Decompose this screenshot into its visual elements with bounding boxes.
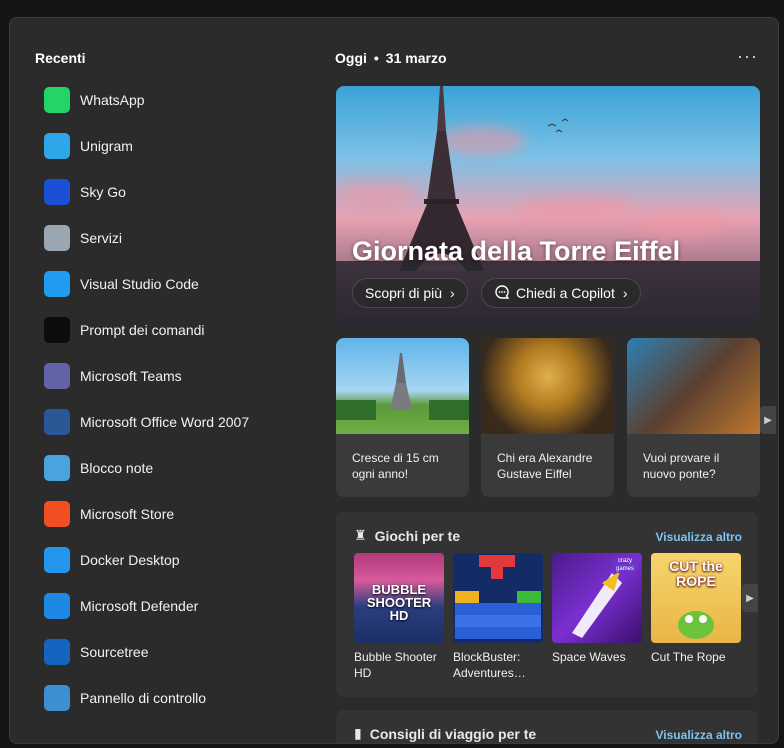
luggage-icon: ▮ <box>354 725 362 741</box>
story-text: Cresce di 15 cm ogni anno! <box>352 451 439 481</box>
triangle-right-icon: ▶ <box>746 592 754 604</box>
recent-app-item[interactable]: WhatsApp <box>36 82 316 118</box>
story-card[interactable]: Chi era Alexandre Gustave Eiffel <box>481 338 614 497</box>
game-image: crazy games <box>552 553 642 643</box>
game-tile[interactable]: BUBBLE SHOOTER HD Bubble Shooter HD <box>354 553 444 681</box>
recent-app-label: WhatsApp <box>80 92 145 108</box>
control-panel-icon <box>44 685 70 711</box>
game-image <box>453 553 543 643</box>
travel-see-more-link[interactable]: Visualizza altro <box>656 728 742 742</box>
ask-copilot-button[interactable]: Chiedi a Copilot › <box>481 278 641 308</box>
notepad-icon <box>44 455 70 481</box>
recent-app-label: Microsoft Teams <box>80 368 182 384</box>
recent-app-label: Sourcetree <box>80 644 149 660</box>
game-image: BUBBLE SHOOTER HD <box>354 553 444 643</box>
games-see-more-link[interactable]: Visualizza altro <box>656 530 742 544</box>
ask-copilot-label: Chiedi a Copilot <box>516 285 615 301</box>
chess-piece-icon: ♜ <box>354 527 367 543</box>
story-text: Chi era Alexandre Gustave Eiffel <box>497 451 593 481</box>
recent-app-item[interactable]: Servizi <box>36 220 316 256</box>
recent-app-item[interactable]: Prompt dei comandi <box>36 312 316 348</box>
recent-app-label: Unigram <box>80 138 133 154</box>
learn-more-button[interactable]: Scopri di più › <box>352 278 468 308</box>
game-image: CUT the ROPE <box>651 553 741 643</box>
whatsapp-icon <box>44 87 70 113</box>
travel-section: ▮ Consigli di viaggio per te Visualizza … <box>336 710 758 743</box>
sky-go-icon <box>44 179 70 205</box>
recent-app-item[interactable]: Microsoft Office Word 2007 <box>36 404 316 440</box>
recent-app-label: Prompt dei comandi <box>80 322 205 338</box>
defender-icon <box>44 593 70 619</box>
crazygames-badge: crazy games <box>612 557 638 573</box>
chevron-right-icon: › <box>622 285 628 301</box>
recent-section: Recenti WhatsApp Unigram Sky Go Servizi Visu… <box>10 18 330 743</box>
date-header: Oggi • 31 marzo <box>335 50 447 66</box>
date-label: 31 marzo <box>385 50 447 66</box>
story-cards: Cresce di 15 cm ogni anno! Chi era Alexa… <box>336 338 776 498</box>
game-tile[interactable]: CUT the ROPE Cut The Rope <box>651 553 741 665</box>
games-title: Giochi per te <box>374 527 461 544</box>
recent-app-item[interactable]: Unigram <box>36 128 316 164</box>
more-options-button[interactable]: ··· <box>737 46 758 67</box>
travel-title: Consigli di viaggio per te <box>369 725 537 742</box>
unigram-icon <box>44 133 70 159</box>
recent-app-item[interactable]: Sky Go <box>36 174 316 210</box>
recent-app-item[interactable]: Blocco note <box>36 450 316 486</box>
game-name: Bubble Shooter HD <box>354 650 437 680</box>
recent-app-label: Docker Desktop <box>80 552 180 568</box>
recent-app-item[interactable]: Docker Desktop <box>36 542 316 578</box>
services-gear-icon <box>44 225 70 251</box>
travel-header: ▮ Consigli di viaggio per te <box>354 725 536 742</box>
story-card[interactable]: Cresce di 15 cm ogni anno! <box>336 338 469 497</box>
games-section: ♜ Giochi per te Visualizza altro BUBBLE … <box>336 512 758 697</box>
vscode-icon <box>44 271 70 297</box>
word-icon <box>44 409 70 435</box>
game-tile[interactable]: BlockBuster: Adventures… <box>453 553 543 681</box>
game-tile[interactable]: crazy games Space Waves <box>552 553 642 665</box>
recent-app-item[interactable]: Visual Studio Code <box>36 266 316 302</box>
story-text: Vuoi provare il nuovo ponte? <box>643 451 720 481</box>
today-label: Oggi <box>335 50 367 66</box>
story-card[interactable]: Vuoi provare il nuovo ponte? <box>627 338 760 497</box>
game-name: Space Waves <box>552 650 626 664</box>
game-name: Cut The Rope <box>651 650 726 664</box>
recent-app-label: Servizi <box>80 230 123 246</box>
hero-card[interactable]: Giornata della Torre Eiffel Scopri di pi… <box>336 86 760 325</box>
game-name: BlockBuster: Adventures… <box>453 650 526 680</box>
story-image <box>627 338 760 434</box>
game-art-title: BUBBLE SHOOTER HD <box>366 582 432 623</box>
chevron-right-icon: › <box>450 285 455 301</box>
recent-app-label: Pannello di controllo <box>80 690 207 706</box>
widgets-section: Oggi • 31 marzo ··· Giornata della Torre E… <box>335 18 778 743</box>
docker-icon <box>44 547 70 573</box>
start-menu-panel: Recenti WhatsApp Unigram Sky Go Servizi Visu… <box>9 17 779 744</box>
command-prompt-icon <box>44 317 70 343</box>
recent-app-label: Sky Go <box>80 184 126 200</box>
triangle-right-icon: ▶ <box>764 414 772 426</box>
recent-app-label: Microsoft Office Word 2007 <box>80 414 250 430</box>
chat-bubble-icon <box>494 284 510 303</box>
recent-title: Recenti <box>35 50 86 66</box>
games-header: ♜ Giochi per te <box>354 527 460 544</box>
recent-app-label: Microsoft Defender <box>80 598 199 614</box>
recent-app-item[interactable]: Sourcetree <box>36 634 316 670</box>
recent-app-item[interactable]: Microsoft Store <box>36 496 316 532</box>
teams-icon <box>44 363 70 389</box>
hero-title: Giornata della Torre Eiffel <box>352 236 681 266</box>
recent-app-label: Visual Studio Code <box>80 276 199 292</box>
scroll-right-button[interactable]: ▶ <box>760 406 776 434</box>
sourcetree-icon <box>44 639 70 665</box>
story-image <box>481 338 614 434</box>
store-icon <box>44 501 70 527</box>
learn-more-label: Scopri di più <box>365 285 443 301</box>
recent-app-item[interactable]: Microsoft Defender <box>36 588 316 624</box>
scroll-right-button[interactable]: ▶ <box>742 584 758 612</box>
recent-app-label: Microsoft Store <box>80 506 175 522</box>
recent-app-item[interactable]: Pannello di controllo <box>36 680 316 716</box>
story-image <box>336 338 469 434</box>
recent-app-item[interactable]: Microsoft Teams <box>36 358 316 394</box>
recent-app-label: Blocco note <box>80 460 154 476</box>
